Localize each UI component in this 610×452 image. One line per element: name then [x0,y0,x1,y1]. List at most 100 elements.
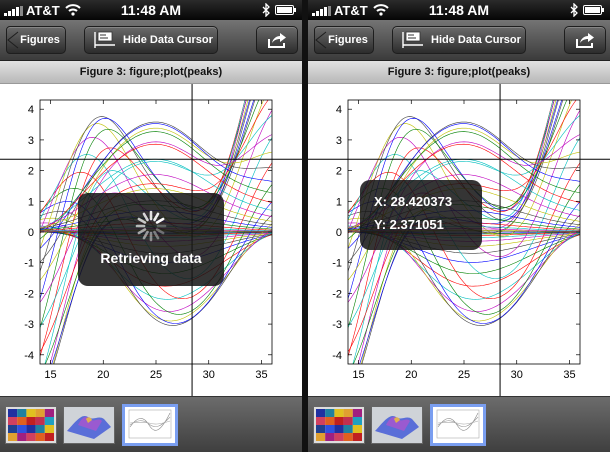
toolbar: Figures Hide Data Cursor [0,20,302,61]
figures-back-label: Figures [328,34,368,46]
cursor-y-value: Y: 2.371051 [374,217,444,232]
thumbnail-figure-2[interactable] [63,406,115,444]
figure-thumbnail-bar [308,396,610,452]
plot-area[interactable]: 15 20 25 30 35 -4 -3 -2 -1 0 1 2 3 4 X: 28.420373 Y: … [308,84,610,396]
plot-margin-left [308,84,348,396]
hide-data-cursor-button[interactable]: Hide Data Cursor [392,26,526,54]
figures-back-button[interactable]: Figures [6,26,66,54]
line-plot-thumbnail-icon [128,409,172,439]
y-tick-label: 0 [336,227,342,239]
line-plot-thumbnail-icon [436,409,480,439]
plot-margin-right [272,84,302,396]
x-tick-label: 20 [97,369,109,381]
y-tick-label: -4 [24,350,34,362]
heatmap-cell [334,409,344,417]
spinner-spoke [155,217,165,224]
heatmap-cell [35,433,45,441]
x-tick-label: 35 [255,369,267,381]
screen-left: AT&T 11:48 AM Figures Hide Data Cursor F… [0,0,302,452]
y-tick-label: 1 [28,196,34,208]
heatmap-cell [325,409,335,417]
heatmap-cell [334,433,344,441]
heatmap-cell [352,417,362,425]
x-tick-label: 35 [563,369,575,381]
heatmap-cell [316,417,326,425]
figure-title: Figure 3: figure;plot(peaks) [0,61,302,84]
heatmap-cell [352,433,362,441]
y-tick-label: -1 [24,258,34,270]
heatmap-cell [26,425,36,433]
heatmap-cell [316,425,326,433]
plot-area[interactable]: 15 20 25 30 35 -4 -3 -2 -1 0 1 2 3 4 Retrieving data [0,84,302,396]
figures-back-button[interactable]: Figures [314,26,374,54]
spinner-spoke [153,230,160,240]
thumbnail-figure-3-selected[interactable] [430,404,486,446]
figures-back-label: Figures [20,34,60,46]
status-bar: AT&T 11:48 AM [0,0,302,20]
heatmap-cell [352,425,362,433]
heatmap-cell [8,425,18,433]
heatmap-cell [325,425,335,433]
heatmap-cell [17,417,27,425]
battery-icon [583,5,604,15]
share-button[interactable] [564,26,606,54]
thumbnail-figure-1[interactable] [313,406,365,444]
heatmap-cell [26,409,36,417]
x-tick-label: 15 [352,369,364,381]
hide-data-cursor-label: Hide Data Cursor [123,34,213,46]
plot-margin-right [580,84,610,396]
y-tick-label: 4 [336,104,342,116]
loading-overlay: Retrieving data [78,193,224,286]
screen-right: AT&T 11:48 AM Figures Hide Data Cursor F… [308,0,610,452]
spinner-spoke [137,228,147,235]
share-icon [576,33,594,48]
y-tick-label: 2 [336,166,342,178]
y-tick-label: -3 [332,319,342,331]
spinner-spoke [142,212,149,222]
heatmap-cell [17,425,27,433]
heatmap-cell [44,433,54,441]
heatmap-cell [343,417,353,425]
y-tick-label: 4 [28,104,34,116]
heatmap-cell [17,433,27,441]
thumbnail-figure-1[interactable] [5,406,57,444]
heatmap-cell [316,433,326,441]
status-time: 11:48 AM [120,2,182,18]
data-cursor-icon [94,31,115,48]
heatmap-cell [8,433,18,441]
share-button[interactable] [256,26,298,54]
heatmap-cell [316,409,326,417]
heatmap-cell [35,425,45,433]
x-tick-label: 30 [511,369,523,381]
hide-data-cursor-label: Hide Data Cursor [431,34,521,46]
plot-margin-top [308,84,610,100]
data-cursor-icon [402,31,423,48]
x-tick-label: 25 [150,369,162,381]
heatmap-cell [343,409,353,417]
y-tick-label: 3 [28,135,34,147]
heatmap-cell [343,433,353,441]
heatmap-cell [334,425,344,433]
y-tick-label: -3 [24,319,34,331]
bluetooth-icon [262,3,270,17]
figure-thumbnail-bar [0,396,302,452]
heatmap-cell [343,425,353,433]
heatmap-cell [35,409,45,417]
status-bar: AT&T 11:48 AM [308,0,610,20]
thumbnail-figure-3-selected[interactable] [122,404,178,446]
back-arrow-icon [315,31,327,49]
y-tick-label: 3 [336,135,342,147]
share-icon [268,33,286,48]
heatmap-cell [35,417,45,425]
cursor-x-value: X: 28.420373 [374,194,453,209]
y-tick-label: -4 [332,350,342,362]
heatmap-cell [325,417,335,425]
loading-spinner-icon [135,210,167,242]
x-tick-label: 25 [458,369,470,381]
spinner-spoke [137,217,147,224]
surface-thumbnail-icon [372,407,422,443]
hide-data-cursor-button[interactable]: Hide Data Cursor [84,26,218,54]
y-tick-label: -2 [332,288,342,300]
heatmap-thumbnail-icon [8,409,54,441]
thumbnail-figure-2[interactable] [371,406,423,444]
